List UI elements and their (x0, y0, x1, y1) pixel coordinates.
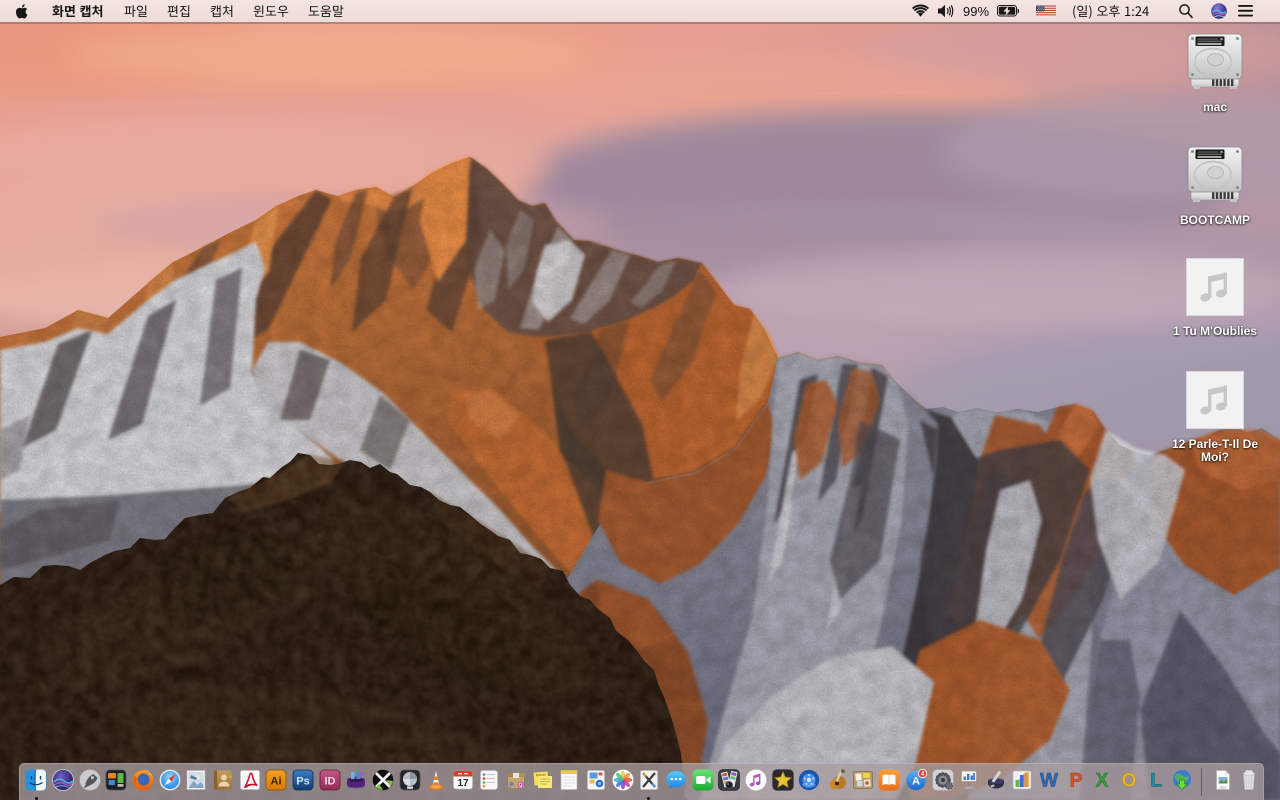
svg-text:W: W (1040, 771, 1058, 792)
svg-text:ID: ID (324, 776, 335, 788)
svg-text:Q: Q (518, 783, 523, 789)
svg-text:A: A (912, 776, 920, 788)
svg-text:X: X (1096, 771, 1109, 792)
svg-text:17: 17 (457, 778, 469, 789)
svg-text:Memo: Memo (535, 773, 545, 778)
svg-text:Ps: Ps (296, 776, 309, 788)
svg-text:O: O (1122, 771, 1137, 792)
svg-text:L: L (1150, 771, 1162, 792)
svg-text:P: P (1069, 771, 1082, 792)
svg-text:docx: docx (1220, 786, 1227, 790)
svg-text:Ai: Ai (271, 776, 282, 788)
svg-text:99%: 99% (963, 4, 989, 19)
